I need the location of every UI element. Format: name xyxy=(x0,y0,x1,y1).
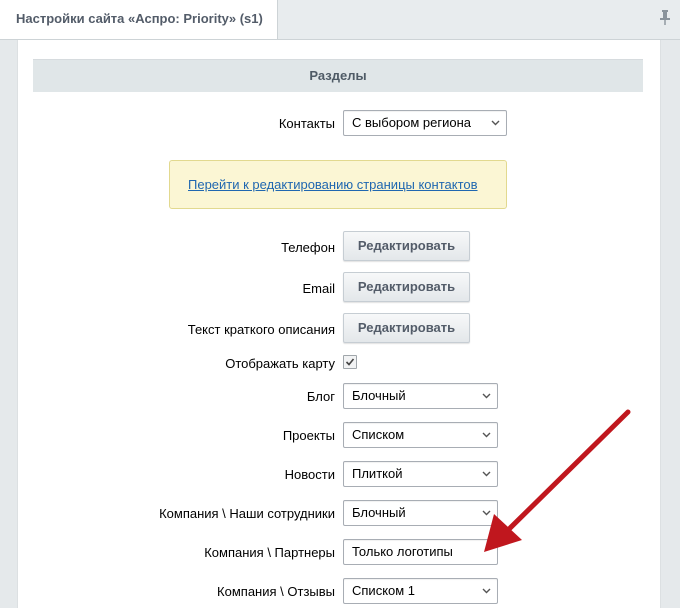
tab-site-settings[interactable]: Настройки сайта «Аспро: Priority» (s1) xyxy=(0,0,278,39)
contacts-select[interactable]: С выбором региона xyxy=(343,110,507,136)
company-staff-select-value: Блочный xyxy=(352,505,406,520)
blog-label: Блог xyxy=(306,389,335,404)
contacts-notice: Перейти к редактированию страницы контак… xyxy=(169,160,507,209)
projects-label: Проекты xyxy=(282,428,335,443)
chevron-down-icon xyxy=(491,120,500,126)
edit-contacts-page-link[interactable]: Перейти к редактированию страницы контак… xyxy=(188,177,478,192)
company-partners-label: Компания \ Партнеры xyxy=(204,545,335,560)
company-staff-label: Компания \ Наши сотрудники xyxy=(159,506,335,521)
red-arrow-icon xyxy=(484,409,631,552)
edit-phone-button[interactable]: Редактировать xyxy=(343,231,470,261)
check-icon xyxy=(345,358,355,366)
show-map-label: Отображать карту xyxy=(225,356,335,371)
contacts-select-value: С выбором региона xyxy=(352,115,472,130)
contacts-label: Контакты xyxy=(278,116,335,131)
short-description-label: Текст краткого описания xyxy=(187,322,335,337)
edit-email-button[interactable]: Редактировать xyxy=(343,272,470,302)
tab-bar: Настройки сайта «Аспро: Priority» (s1) xyxy=(0,0,680,40)
projects-select-value: Списком xyxy=(352,427,405,442)
email-label: Email xyxy=(302,281,335,296)
arrow-shaft xyxy=(501,409,631,537)
phone-label: Телефон xyxy=(281,240,335,255)
chevron-down-icon xyxy=(482,588,491,594)
section-header: Разделы xyxy=(33,59,643,92)
pin-icon[interactable] xyxy=(658,9,672,25)
show-map-checkbox[interactable] xyxy=(343,355,357,369)
tab-title: Настройки сайта «Аспро: Priority» (s1) xyxy=(16,11,263,26)
section-title: Разделы xyxy=(309,68,367,83)
edit-short-description-button[interactable]: Редактировать xyxy=(343,313,470,343)
company-reviews-select-value: Списком 1 xyxy=(352,583,416,598)
news-select-value: Плиткой xyxy=(352,466,403,481)
news-label: Новости xyxy=(284,467,335,482)
company-partners-select-value: Только логотипы xyxy=(352,544,453,559)
chevron-down-icon xyxy=(482,393,491,399)
company-reviews-label: Компания \ Отзывы xyxy=(217,584,335,599)
company-reviews-select[interactable]: Списком 1 xyxy=(343,578,498,604)
blog-select-value: Блочный xyxy=(352,388,406,403)
